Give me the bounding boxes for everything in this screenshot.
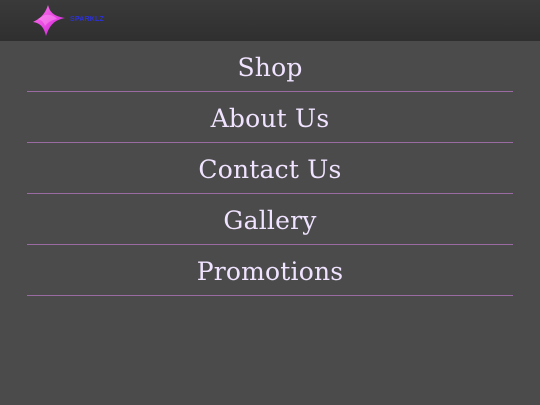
main-navigation-menu: Shop About Us Contact Us Gallery Promoti…	[27, 41, 513, 296]
top-bar: SPARKLZ	[0, 0, 540, 41]
sparkle-logo-icon	[33, 5, 65, 36]
menu-item-label: Promotions	[196, 256, 344, 286]
menu-item-label: About Us	[210, 103, 330, 133]
menu-item-label: Contact Us	[198, 154, 342, 184]
brand-text: SPARKLZ	[70, 15, 104, 23]
menu-item-label: Shop	[237, 52, 303, 82]
menu-item-shop[interactable]: Shop	[27, 41, 513, 92]
app-window: SPARKLZ Shop About Us Contact Us Gallery…	[0, 0, 540, 405]
menu-item-about-us[interactable]: About Us	[27, 92, 513, 143]
menu-item-label: Gallery	[223, 205, 317, 235]
menu-item-contact-us[interactable]: Contact Us	[27, 143, 513, 194]
brand-home-link[interactable]: SPARKLZ	[32, 4, 104, 37]
menu-item-gallery[interactable]: Gallery	[27, 194, 513, 245]
menu-item-promotions[interactable]: Promotions	[27, 245, 513, 296]
